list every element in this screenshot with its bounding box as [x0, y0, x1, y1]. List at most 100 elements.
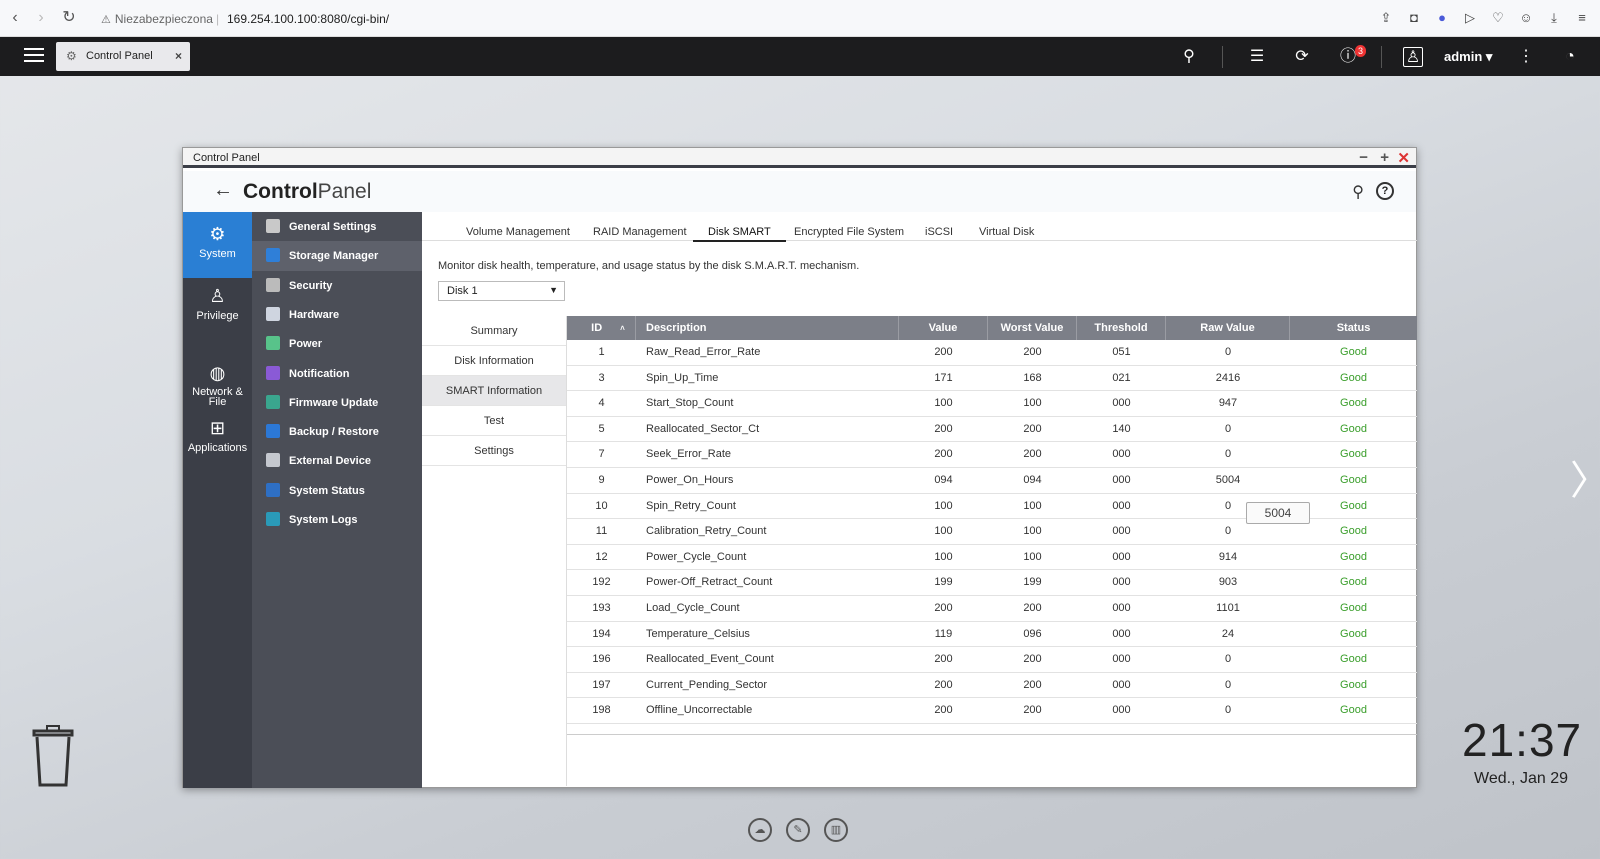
tab-iscsi[interactable]: iSCSI — [925, 226, 953, 238]
side-item-settings[interactable]: Settings — [422, 436, 566, 466]
side-item-test[interactable]: Test — [422, 406, 566, 436]
back-icon[interactable]: ‹ — [6, 9, 24, 27]
tasks-icon[interactable]: ☰ — [1247, 47, 1267, 67]
column-header-worst-value[interactable]: Worst Value — [988, 316, 1077, 340]
rail-item-network-file[interactable]: ◍ Network & File — [183, 352, 252, 408]
heart-icon[interactable]: ♡ — [1490, 10, 1506, 26]
cell-status: Good — [1340, 397, 1367, 410]
table-row[interactable]: 194 Temperature_Celsius 119 096 000 24 Good — [567, 622, 1417, 648]
menu-item-icon — [266, 453, 280, 468]
more-options-icon[interactable]: ⋮ — [1516, 47, 1536, 67]
disk-select[interactable]: Disk 1 ▼ — [438, 281, 565, 301]
column-header-id[interactable]: ID — [567, 316, 636, 340]
rail-item-privilege[interactable]: ♙ Privilege — [183, 286, 252, 336]
cell-threshold: 051 — [1112, 346, 1131, 358]
rail-item-system[interactable]: ⚙ System — [183, 212, 252, 278]
dashboard-icon[interactable]: ◔ — [1560, 47, 1580, 67]
sub-menu-item-power[interactable]: Power — [252, 329, 422, 359]
tab-disk-smart[interactable]: Disk SMART — [693, 226, 786, 242]
sub-menu-item-security[interactable]: Security — [252, 271, 422, 301]
table-row[interactable]: 193 Load_Cycle_Count 200 200 000 1101 Good — [567, 596, 1417, 622]
sub-menu-item-notification[interactable]: Notification — [252, 359, 422, 389]
table-row[interactable]: 3 Spin_Up_Time 171 168 021 2416 Good — [567, 366, 1417, 392]
search-icon[interactable]: ⚲ — [1179, 47, 1199, 67]
address-bar[interactable]: 169.254.100.100:8080/cgi-bin/ — [227, 12, 389, 26]
cell-status: Good — [1340, 576, 1367, 589]
table-row[interactable]: 12 Power_Cycle_Count 100 100 000 914 Good — [567, 545, 1417, 571]
cell-worst-value: 200 — [1023, 422, 1042, 435]
sub-menu-item-backup-restore[interactable]: Backup / Restore — [252, 417, 422, 447]
cell-raw-value: 0 — [1224, 653, 1232, 666]
sync-icon[interactable]: ⟳ — [1292, 47, 1312, 67]
close-window-icon[interactable]: ✕ — [1397, 149, 1410, 167]
cell-worst-value: 200 — [1023, 653, 1042, 666]
minimize-icon[interactable]: − — [1359, 149, 1368, 166]
table-row[interactable]: 5 Reallocated_Sector_Ct 200 200 140 0 Good — [567, 417, 1417, 443]
column-header-raw-value[interactable]: Raw Value — [1166, 316, 1290, 340]
forward-icon[interactable]: › — [32, 9, 50, 27]
cell-description: Raw_Read_Error_Rate — [646, 346, 761, 358]
close-tab-icon[interactable]: × — [175, 49, 182, 63]
cell-threshold: 000 — [1112, 627, 1131, 640]
browser-menu-icon[interactable]: ≡ — [1574, 10, 1590, 26]
table-row[interactable]: 9 Power_On_Hours 094 094 000 5004 Good — [567, 468, 1417, 494]
sub-menu-item-firmware-update[interactable]: Firmware Update — [252, 388, 422, 418]
camera-icon[interactable]: ◘ — [1406, 10, 1422, 26]
table-row[interactable]: 197 Current_Pending_Sector 200 200 000 0 Good — [567, 673, 1417, 699]
column-header-status[interactable]: Status — [1290, 316, 1417, 340]
table-row[interactable]: 7 Seek_Error_Rate 200 200 000 0 Good — [567, 442, 1417, 468]
share-icon[interactable]: ⇪ — [1378, 10, 1394, 26]
sub-menu-item-external-device[interactable]: External Device — [252, 446, 422, 476]
insecure-indicator[interactable]: ⚠ Niezabezpieczona — [101, 12, 213, 26]
taskbar-tab-control-panel[interactable]: ⚙ Control Panel × — [56, 42, 190, 71]
help-icon[interactable]: ? — [1376, 182, 1394, 200]
tools-icon[interactable]: ✎ — [786, 818, 810, 842]
cell-value: 200 — [934, 601, 953, 614]
back-arrow-icon[interactable]: ← — [213, 179, 233, 202]
sub-menu-item-storage-manager[interactable]: Storage Manager — [252, 241, 422, 272]
tab-encrypted-file-system[interactable]: Encrypted File System — [794, 226, 904, 238]
sub-menu-item-system-status[interactable]: System Status — [252, 476, 422, 506]
menu-item-icon — [266, 219, 280, 233]
tab-virtual-disk[interactable]: Virtual Disk — [979, 226, 1034, 238]
search-icon[interactable]: ⚲ — [1352, 182, 1364, 202]
rail-item-applications[interactable]: ⊞ Applications — [183, 418, 252, 468]
tab-raid-management[interactable]: RAID Management — [593, 226, 687, 238]
sub-menu-item-hardware[interactable]: Hardware — [252, 300, 422, 330]
user-icon[interactable]: ♙ — [1403, 47, 1423, 67]
table-row[interactable]: 196 Reallocated_Event_Count 200 200 000 0 Good — [567, 647, 1417, 673]
apps-icon: ⊞ — [209, 418, 226, 438]
download-icon[interactable]: ⤓ — [1546, 10, 1562, 26]
column-header-description[interactable]: Description — [636, 316, 899, 340]
cell-id: 7 — [598, 448, 605, 461]
user-menu[interactable]: admin ▾ — [1444, 49, 1492, 65]
maximize-icon[interactable]: + — [1380, 149, 1389, 166]
column-header-value[interactable]: Value — [899, 316, 988, 340]
smart-table: ID Description Value Worst Value Thresho… — [567, 316, 1417, 735]
table-row[interactable]: 192 Power-Off_Retract_Count 199 199 000 903 Go… — [567, 570, 1417, 596]
column-header-threshold[interactable]: Threshold — [1077, 316, 1166, 340]
next-page-arrow-icon[interactable]: 〉 — [1570, 448, 1600, 506]
category-rail: ⚙ System ♙ Privilege ◍ Network & File ⊞ Appl… — [183, 212, 252, 788]
cell-id: 11 — [595, 525, 608, 538]
table-row[interactable]: 4 Start_Stop_Count 100 100 000 947 Good — [567, 391, 1417, 417]
trash-icon[interactable] — [30, 725, 76, 787]
apps-dock-icon[interactable]: ▥ — [824, 818, 848, 842]
sub-menu-item-system-logs[interactable]: System Logs — [252, 505, 422, 535]
cell-id: 1 — [598, 346, 605, 358]
table-row[interactable]: 1 Raw_Read_Error_Rate 200 200 051 0 Good — [567, 340, 1417, 366]
side-item-disk-information[interactable]: Disk Information — [422, 346, 566, 376]
shield-icon[interactable]: ● — [1434, 10, 1450, 26]
cloud-icon[interactable]: ☁ — [748, 818, 772, 842]
profile-icon[interactable]: ☺ — [1518, 10, 1534, 26]
tab-volume-management[interactable]: Volume Management — [466, 226, 570, 238]
sub-menu-item-general-settings[interactable]: General Settings — [252, 212, 422, 242]
cell-raw-value: 2416 — [1215, 371, 1241, 384]
main-menu-icon[interactable] — [24, 45, 44, 65]
window-titlebar[interactable]: Control Panel − + ✕ — [183, 148, 1416, 168]
reload-icon[interactable]: ↻ — [60, 9, 78, 27]
send-icon[interactable]: ▷ — [1462, 10, 1478, 26]
side-item-summary[interactable]: Summary — [422, 316, 566, 346]
side-item-smart-information[interactable]: SMART Information — [422, 376, 566, 406]
table-row[interactable]: 198 Offline_Uncorrectable 200 200 000 0 Good — [567, 698, 1417, 724]
